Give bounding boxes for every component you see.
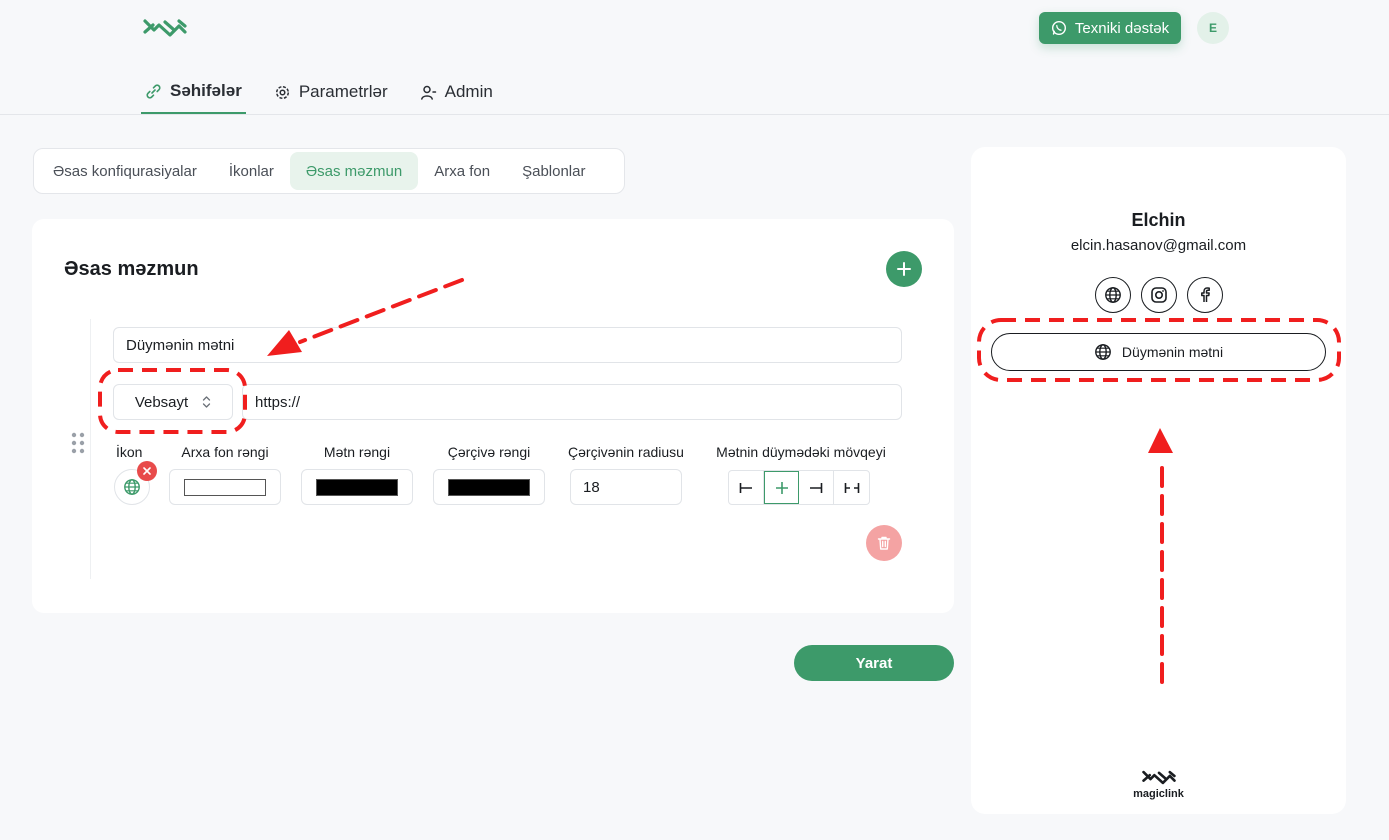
- nav-item-pages[interactable]: Səhifələr: [141, 70, 246, 114]
- tab-templates[interactable]: Şablonlar: [506, 152, 601, 190]
- border-color-label: Çərçivə rəngi: [447, 444, 531, 460]
- align-center-button[interactable]: [764, 471, 799, 504]
- align-left-button[interactable]: [729, 471, 764, 504]
- delete-item-button[interactable]: [866, 525, 902, 561]
- preview-link-button[interactable]: Düymənin mətni: [991, 333, 1326, 371]
- globe-icon: [1095, 344, 1111, 360]
- phone-preview: Elchin elcin.hasanov@gmail.com Düymənin …: [971, 147, 1346, 814]
- nav-label: Admin: [444, 82, 493, 101]
- preview-brand-text: magiclink: [1133, 788, 1184, 800]
- text-color-swatch: [316, 478, 398, 496]
- gear-icon: [275, 85, 289, 99]
- preview-social-instagram[interactable]: [1141, 277, 1177, 313]
- text-color-picker[interactable]: [301, 469, 413, 505]
- preview-social-facebook[interactable]: [1187, 277, 1223, 313]
- url-input[interactable]: https://: [242, 384, 902, 420]
- facebook-icon: [1201, 287, 1210, 302]
- nav-label: Səhifələr: [170, 81, 242, 100]
- align-right-button[interactable]: [799, 471, 834, 504]
- tab-background[interactable]: Arxa fon: [418, 152, 506, 190]
- tab-main-content[interactable]: Əsas məzmun: [289, 152, 419, 190]
- nav-item-admin[interactable]: Admin: [416, 70, 497, 114]
- nav-label: Parametrlər: [298, 82, 388, 101]
- button-text-input[interactable]: Düymənin mətni: [113, 327, 902, 363]
- align-left-icon: [739, 482, 752, 493]
- bg-color-picker[interactable]: [169, 469, 281, 505]
- border-color-swatch: [448, 478, 530, 496]
- card-title: Əsas məzmun: [64, 258, 199, 280]
- bg-color-swatch: [184, 478, 266, 496]
- preview-email: elcin.hasanov@gmail.com: [1070, 237, 1247, 254]
- text-position-label: Mətnin düymədəki mövqeyi: [716, 444, 886, 460]
- icon-label: İkon: [116, 444, 143, 460]
- link-icon: [146, 83, 161, 99]
- main-content-card: Əsas məzmun Düymənin mətni Vebsayt https…: [32, 219, 954, 613]
- border-radius-input[interactable]: 18: [570, 469, 682, 505]
- globe-icon: [124, 479, 140, 495]
- tab-icons[interactable]: İkonlar: [213, 152, 290, 190]
- create-button[interactable]: Yarat: [794, 645, 954, 681]
- chevron-up-down-icon: [203, 396, 211, 408]
- preview-button-label: Düymənin mətni: [1121, 344, 1224, 360]
- top-bar: Texniki dəstək E Səhifələr Parametrlər A…: [0, 0, 1389, 115]
- link-type-select[interactable]: Vebsayt: [113, 384, 233, 420]
- close-icon: [143, 467, 151, 475]
- bg-color-label: Arxa fon rəngi: [181, 444, 269, 460]
- align-center-icon: [775, 481, 788, 494]
- preview-social-icons: [1095, 277, 1223, 313]
- trash-icon: [877, 536, 891, 550]
- magiclink-logo-icon: [1141, 770, 1176, 785]
- remove-icon-button[interactable]: [137, 461, 157, 481]
- preview-social-website[interactable]: [1095, 277, 1131, 313]
- globe-icon: [1105, 287, 1121, 303]
- border-radius-label: Çərçivənin radiusu: [568, 444, 684, 460]
- support-label: Texniki dəstək: [1074, 19, 1170, 37]
- main-nav: Səhifələr Parametrlər Admin: [141, 70, 521, 114]
- text-position-group: [728, 470, 870, 505]
- user-icon: [420, 85, 436, 100]
- url-value: https://: [255, 393, 301, 411]
- plus-icon: [897, 262, 911, 276]
- border-color-picker[interactable]: [433, 469, 545, 505]
- add-button[interactable]: [886, 251, 922, 287]
- instagram-icon: [1151, 287, 1167, 303]
- preview-brand: magiclink: [971, 769, 1346, 800]
- support-button[interactable]: Texniki dəstək: [1039, 12, 1181, 44]
- tab-main-config[interactable]: Əsas konfiqurasiyalar: [37, 152, 213, 190]
- nav-item-settings[interactable]: Parametrlər: [270, 70, 392, 114]
- item-divider: [90, 319, 91, 579]
- align-justify-icon: [844, 482, 859, 493]
- drag-handle-icon[interactable]: [70, 431, 86, 455]
- preview-name: Elchin: [1131, 210, 1186, 230]
- logo-icon[interactable]: [143, 17, 187, 39]
- whatsapp-icon: [1051, 20, 1066, 36]
- button-text-value: Düymənin mətni: [126, 336, 235, 354]
- text-color-label: Mətn rəngi: [323, 444, 391, 460]
- content-tabs: Əsas konfiqurasiyalar İkonlar Əsas məzmu…: [33, 148, 625, 194]
- avatar[interactable]: E: [1197, 12, 1229, 44]
- border-radius-value: 18: [583, 478, 600, 496]
- link-type-value: Vebsayt: [134, 393, 189, 411]
- align-right-icon: [810, 482, 823, 493]
- align-justify-button[interactable]: [834, 471, 869, 504]
